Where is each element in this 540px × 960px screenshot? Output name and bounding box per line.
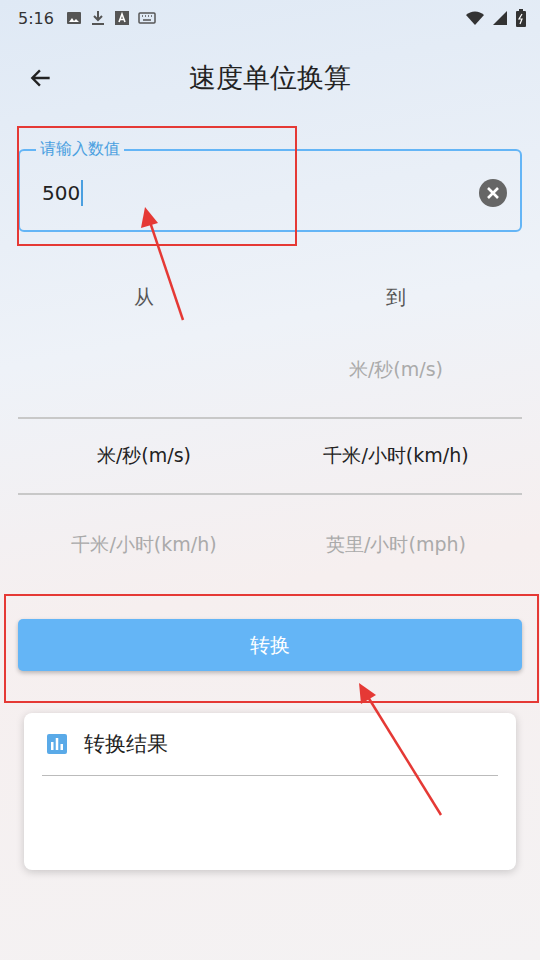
bar-chart-icon	[46, 733, 68, 755]
header: 速度单位换算	[0, 36, 540, 120]
a-box-icon	[114, 10, 130, 26]
result-card: 转换结果	[24, 713, 516, 870]
picker-option[interactable]: 米/秒(m/s)	[270, 357, 522, 383]
status-time: 5:16	[18, 9, 54, 28]
picker-row: 米/秒(m/s)千米/小时(km/h)	[18, 417, 522, 495]
convert-button[interactable]: 转换	[18, 619, 522, 671]
page-title: 速度单位换算	[84, 60, 456, 96]
picker-column-label: 从	[18, 284, 270, 311]
result-title: 转换结果	[84, 730, 168, 758]
status-bar: 5:16	[0, 0, 540, 36]
picker-option[interactable]: 千米/小时(km/h)	[18, 532, 270, 558]
annotation-arrows	[0, 0, 540, 960]
back-button[interactable]	[0, 65, 84, 91]
picker-header: 从到	[0, 272, 540, 322]
picker-row: 千米/小时(km/h)英里/小时(mph)	[18, 495, 522, 595]
input-value[interactable]: 500	[42, 180, 83, 206]
picker-row: 米/秒(m/s)	[18, 322, 522, 417]
download-icon	[90, 10, 106, 26]
picker-option[interactable]: 千米/小时(km/h)	[270, 443, 522, 469]
signal-icon	[492, 10, 508, 26]
keyboard-icon	[138, 10, 156, 26]
wifi-icon	[466, 10, 484, 26]
result-text	[42, 776, 498, 800]
image-icon	[66, 10, 82, 26]
battery-icon	[516, 9, 526, 27]
picker-column-label: 到	[270, 284, 522, 311]
input-label: 请输入数值	[36, 139, 124, 160]
result-header: 转换结果	[42, 713, 498, 776]
highlight-box	[17, 126, 297, 246]
picker-option[interactable]: 英里/小时(mph)	[270, 532, 522, 558]
picker-option[interactable]: 米/秒(m/s)	[18, 443, 270, 469]
back-arrow-icon	[28, 65, 54, 91]
screen: 5:16 速度单位换算 请输入数值 500 从到 米/秒(m/s)米/秒(m/s…	[0, 0, 540, 960]
clear-icon[interactable]	[478, 178, 508, 208]
value-input[interactable]: 请输入数值 500	[18, 139, 522, 232]
unit-picker[interactable]: 米/秒(m/s)米/秒(m/s)千米/小时(km/h)千米/小时(km/h)英里…	[18, 322, 522, 595]
highlight-box	[4, 594, 539, 703]
